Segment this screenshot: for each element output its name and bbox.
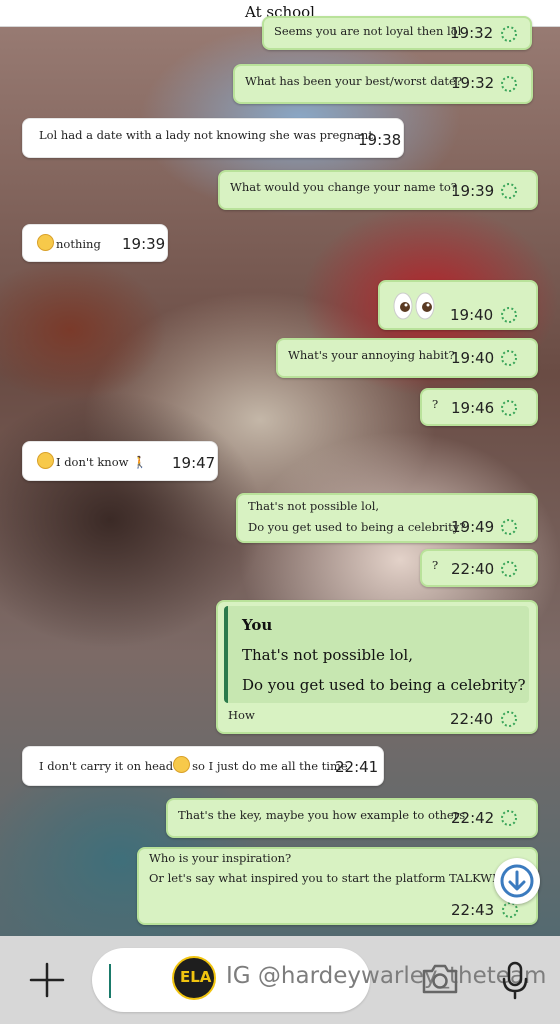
message-text-line1: That's not possible lol, [248, 499, 380, 513]
pending-clock-icon [500, 25, 518, 43]
voice-message-button[interactable] [500, 960, 530, 1000]
laughing-emoji-icon [37, 452, 54, 469]
message-time: 19:39 [122, 235, 166, 253]
message-outgoing[interactable]: ? 19:46 [420, 388, 538, 426]
message-outgoing[interactable]: 19:40 [378, 280, 538, 330]
message-time: 22:40 [450, 710, 494, 728]
plus-icon [29, 962, 65, 998]
message-time: 22:42 [451, 809, 495, 827]
message-text: ? [432, 397, 439, 411]
message-text-line2: Or let's say what inspired you to start … [149, 871, 527, 885]
pending-clock-icon [500, 75, 518, 93]
message-time: 22:40 [451, 560, 495, 578]
message-incoming[interactable]: I don't carry it on head so I just do me … [22, 746, 384, 786]
message-outgoing[interactable]: That's not possible lol, Do you get used… [236, 493, 538, 543]
message-text-part1: I don't carry it on head [39, 759, 174, 773]
message-text: How [228, 708, 255, 722]
walking-person-emoji-icon: 🚶 [132, 455, 147, 469]
message-time: 19:38 [358, 131, 402, 149]
message-text-content: I don't know [56, 455, 129, 469]
message-outgoing[interactable]: That's the key, maybe you how example to… [166, 798, 538, 838]
microphone-icon [502, 961, 528, 1000]
message-time: 22:41 [335, 758, 379, 776]
message-outgoing[interactable]: Seems you are not loyal then lol 19:32 [262, 16, 532, 50]
eyes-emoji-icon [392, 290, 436, 322]
message-time: 19:32 [450, 24, 494, 42]
message-text: I don't carry it on head so I just do me … [39, 756, 348, 773]
message-outgoing-reply[interactable]: You That's not possible lol, Do you get … [216, 600, 538, 734]
scroll-down-icon [500, 864, 534, 898]
message-text: That's the key, maybe you how example to… [178, 808, 466, 822]
watermark-logo: ELA [172, 956, 216, 1000]
quoted-author: You [242, 616, 273, 634]
message-outgoing[interactable]: Who is your inspiration? Or let's say wh… [137, 847, 538, 925]
message-outgoing[interactable]: What has been your best/worst date? 19:3… [233, 64, 533, 104]
message-time: 19:49 [451, 518, 495, 536]
message-time: 19:40 [450, 306, 494, 324]
message-incoming[interactable]: I don't know 🚶 19:47 [22, 441, 218, 481]
message-text: ? [432, 558, 439, 572]
message-text: I don't know 🚶 [37, 452, 147, 469]
pending-clock-icon [500, 809, 518, 827]
laughing-emoji-icon [173, 756, 191, 773]
quoted-text-line2: Do you get used to being a celebrity? [242, 676, 526, 694]
message-time: 19:47 [172, 454, 216, 472]
watermark-logo-text: ELA [180, 968, 212, 986]
message-incoming[interactable]: nothing 19:39 [22, 224, 168, 262]
message-text-line2: Do you get used to being a celebrity? [248, 520, 466, 534]
message-outgoing[interactable]: What would you change your name to? 19:3… [218, 170, 538, 210]
message-time: 19:39 [451, 182, 495, 200]
message-time: 22:43 [451, 901, 495, 919]
message-outgoing[interactable]: What's your annoying habit? 19:40 [276, 338, 538, 378]
camera-button[interactable] [420, 962, 460, 996]
quoted-text-line1: That's not possible lol, [242, 646, 413, 664]
message-text-line1: Who is your inspiration? [149, 851, 292, 865]
add-attachment-button[interactable] [27, 960, 67, 1000]
pending-clock-icon [500, 710, 518, 728]
message-outgoing[interactable]: ? 22:40 [420, 549, 538, 587]
message-text: Seems you are not loyal then lol [274, 24, 462, 38]
message-text-part2: so I just do me all the time [192, 759, 348, 773]
pending-clock-icon [500, 182, 518, 200]
scroll-down-button[interactable] [494, 858, 540, 904]
message-text: What has been your best/worst date? [245, 74, 463, 88]
message-incoming[interactable]: Lol had a date with a lady not knowing s… [22, 118, 404, 158]
text-cursor [109, 964, 111, 998]
camera-icon [422, 964, 458, 994]
message-time: 19:46 [451, 399, 495, 417]
message-text: What's your annoying habit? [288, 348, 455, 362]
message-time: 19:32 [451, 74, 495, 92]
quoted-message[interactable]: You That's not possible lol, Do you get … [224, 606, 529, 703]
pending-clock-icon [500, 349, 518, 367]
message-text: nothing [37, 234, 101, 251]
laughing-emoji-icon [37, 234, 54, 251]
pending-clock-icon [500, 518, 518, 536]
message-time: 19:40 [451, 349, 495, 367]
pending-clock-icon [500, 560, 518, 578]
message-text: Lol had a date with a lady not knowing s… [39, 128, 373, 142]
pending-clock-icon [500, 399, 518, 417]
pending-clock-icon [500, 306, 518, 324]
message-text: What would you change your name to? [230, 180, 457, 194]
watermark-text: IG @hardeywarley_theteam [226, 963, 547, 989]
message-text-content: nothing [56, 237, 101, 251]
